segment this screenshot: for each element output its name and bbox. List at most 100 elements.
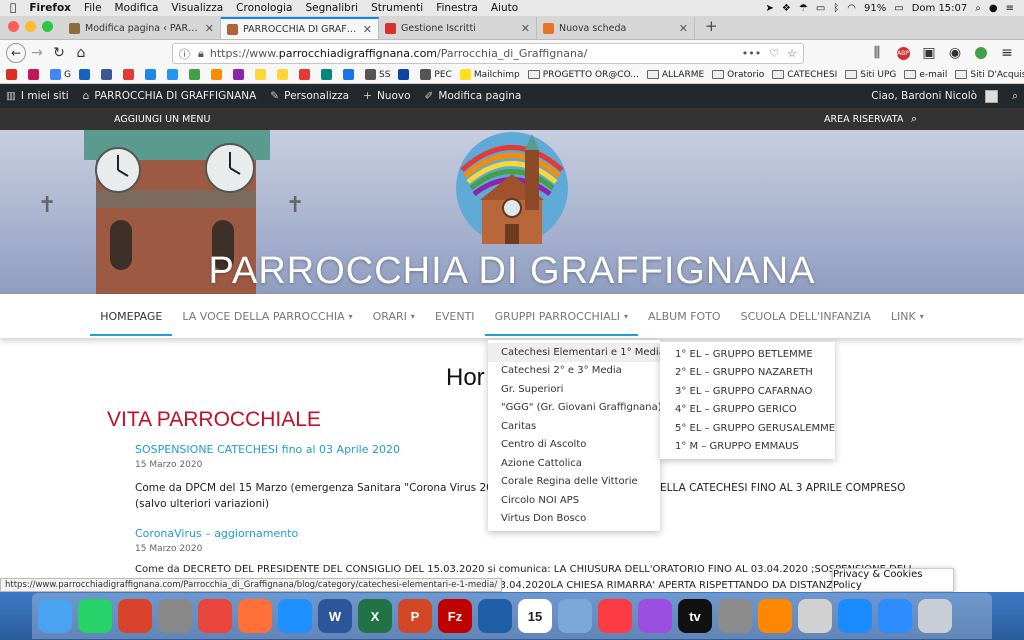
filezilla-icon[interactable]: Fz (438, 599, 472, 633)
nav-item-4[interactable]: EVENTI (425, 294, 485, 338)
powerpoint-icon[interactable]: P (398, 599, 432, 633)
reload-button[interactable]: ↻ (48, 42, 70, 64)
bookmark-star-icon[interactable]: ☆ (787, 47, 797, 60)
vlc-icon[interactable] (758, 599, 792, 633)
bookmark-15[interactable] (320, 69, 335, 80)
nav-item-2[interactable]: LA VOCE DELLA PARROCCHIA ▾ (172, 294, 362, 338)
bookmark-11[interactable] (232, 69, 247, 80)
minimize-window-button[interactable] (25, 21, 36, 32)
bookmark-6[interactable] (122, 69, 137, 80)
safari-icon[interactable] (278, 599, 312, 633)
add-menu-link[interactable]: AGGIUNGI UN MENU (114, 114, 210, 125)
bookmark-5[interactable] (100, 69, 115, 80)
dropdown-item-gruppi-8[interactable]: Corale Regina delle Vittorie (488, 473, 660, 492)
menu-icon[interactable]: ≡ (996, 42, 1018, 64)
word-icon[interactable]: W (318, 599, 352, 633)
bookmark-13[interactable] (276, 69, 291, 80)
apple-icon[interactable]:  (10, 2, 16, 14)
post-2-title[interactable]: CoronaVirus – aggiornamento (135, 527, 298, 540)
tab-1[interactable]: Modifica pagina ‹ PARROCCHIA ✕ (63, 17, 221, 39)
wp-new[interactable]: + Nuovo (363, 90, 410, 102)
reserved-area-link[interactable]: AREA RISERVATA (824, 114, 903, 125)
back-button[interactable]: ← (6, 43, 26, 63)
search-icon[interactable]: ⌕ (975, 3, 981, 14)
dropdown-item-gruppi-9[interactable]: Circolo NOI APS (488, 491, 660, 510)
launchpad-icon[interactable] (158, 599, 192, 633)
battery-label[interactable]: 91% (864, 3, 886, 14)
bookmark-14[interactable] (298, 69, 313, 80)
system-preferences-icon[interactable] (718, 599, 752, 633)
pocket-icon[interactable]: ♡ (769, 47, 779, 60)
dropdown-item-catechesi-4[interactable]: 4° EL – GRUPPO GERICO (660, 401, 835, 420)
bookmark-19[interactable]: PEC (420, 69, 452, 80)
firefox-icon[interactable] (238, 599, 272, 633)
trash-icon[interactable] (918, 599, 952, 633)
bookmark-17[interactable]: SS (364, 69, 390, 80)
bookmark-folder-1[interactable]: PROGETTO OR@CO... (527, 70, 639, 80)
music-icon[interactable] (598, 599, 632, 633)
close-tab-icon[interactable]: ✕ (679, 22, 688, 35)
bookmark-12[interactable] (254, 69, 269, 80)
site-title[interactable]: PARROCCHIA DI GRAFFIGNANA (0, 250, 1024, 293)
url-bar[interactable]: ⓘ 🔒︎ https://www. parrocchiadigraffignana… (172, 43, 804, 64)
bookmark-1[interactable] (6, 69, 20, 80)
zoom-icon[interactable] (878, 599, 912, 633)
nav-item-8[interactable]: LINK ▾ (881, 294, 934, 338)
podcasts-icon[interactable] (638, 599, 672, 633)
calendar-icon[interactable]: 15 (518, 599, 552, 633)
finder-icon[interactable] (38, 599, 72, 633)
zoom-window-button[interactable] (42, 21, 53, 32)
bookmark-folder-4[interactable]: CATECHESI (772, 70, 837, 80)
umbrella-icon[interactable]: ☂ (799, 3, 808, 14)
sidebar-icon[interactable]: ▣ (918, 42, 940, 64)
bookmark-10[interactable] (210, 69, 225, 80)
wp-edit-page[interactable]: ✐ Modifica pagina (425, 90, 522, 102)
bookmark-20[interactable]: Mailchimp (459, 69, 520, 80)
clock[interactable]: Dom 15:07 (912, 3, 968, 14)
nav-item-3[interactable]: ORARI ▾ (363, 294, 425, 338)
wifi-icon[interactable]: ◠ (847, 3, 856, 14)
bookmark-folder-3[interactable]: Oratorio (712, 70, 764, 80)
whatsapp-icon[interactable] (78, 599, 112, 633)
dropdown-item-gruppi-4[interactable]: "GGG" (Gr. Giovani Graffignana) (488, 399, 662, 418)
wp-search-icon[interactable]: ⌕ (1012, 90, 1018, 103)
tv-icon[interactable]: tv (678, 599, 712, 633)
wp-greeting[interactable]: Ciao, Bardoni Nicolò (871, 90, 977, 102)
menu-segnalibri[interactable]: Segnalibri (305, 2, 358, 14)
menu-finestra[interactable]: Finestra (436, 2, 478, 14)
post-1-title[interactable]: SOSPENSIONE CATECHESI fino al 03 Aprile … (135, 443, 400, 456)
new-tab-button[interactable]: + (695, 17, 728, 39)
dropdown-item-catechesi-1[interactable]: 1° EL – GRUPPO BETLEMME (660, 345, 835, 364)
lock-icon[interactable]: 🔒︎ (198, 47, 204, 61)
dropdown-item-catechesi-6[interactable]: 1° M – GRUPPO EMMAUS (660, 438, 835, 457)
dropdown-item-gruppi-3[interactable]: Gr. Superiori (488, 380, 660, 399)
chrome-extension-icon[interactable] (970, 42, 992, 64)
menu-cronologia[interactable]: Cronologia (236, 2, 292, 14)
home-button[interactable]: ⌂ (70, 42, 92, 64)
chrome-icon[interactable] (198, 599, 232, 633)
dropbox-icon[interactable]: ❖ (782, 3, 791, 14)
bookmark-folder-6[interactable]: e-mail (904, 70, 947, 80)
search-icon[interactable]: ⌕ (911, 112, 917, 126)
forward-button[interactable]: → (26, 42, 48, 64)
bookmark-4[interactable] (78, 69, 93, 80)
bookmark-folder-7[interactable]: Siti D'Acquisto (955, 70, 1024, 80)
menu-file[interactable]: File (84, 2, 102, 14)
bookmark-3[interactable]: G (50, 69, 71, 80)
info-icon[interactable]: ⓘ (179, 46, 190, 62)
app-icon[interactable] (478, 599, 512, 633)
appstore-icon[interactable] (838, 599, 872, 633)
dropdown-item-gruppi-6[interactable]: Centro di Ascolto (488, 436, 660, 455)
bluetooth-icon[interactable]: ᛒ (833, 3, 839, 14)
dropdown-item-catechesi-5[interactable]: 5° EL – GRUPPO GERUSALEMME (660, 419, 835, 438)
close-window-button[interactable] (8, 21, 19, 32)
account-icon[interactable]: ◉ (944, 42, 966, 64)
bookmark-2[interactable] (28, 69, 42, 80)
dropdown-item-gruppi-5[interactable]: Caritas (488, 417, 660, 436)
location-icon[interactable]: ➤ (766, 3, 774, 14)
nav-item-7[interactable]: SCUOLA DELL'INFANZIA (731, 294, 881, 338)
bookmark-7[interactable] (144, 69, 159, 80)
dropdown-item-gruppi-7[interactable]: Azione Cattolica (488, 454, 660, 473)
avatar[interactable] (985, 89, 999, 103)
bookmark-8[interactable] (166, 69, 181, 80)
